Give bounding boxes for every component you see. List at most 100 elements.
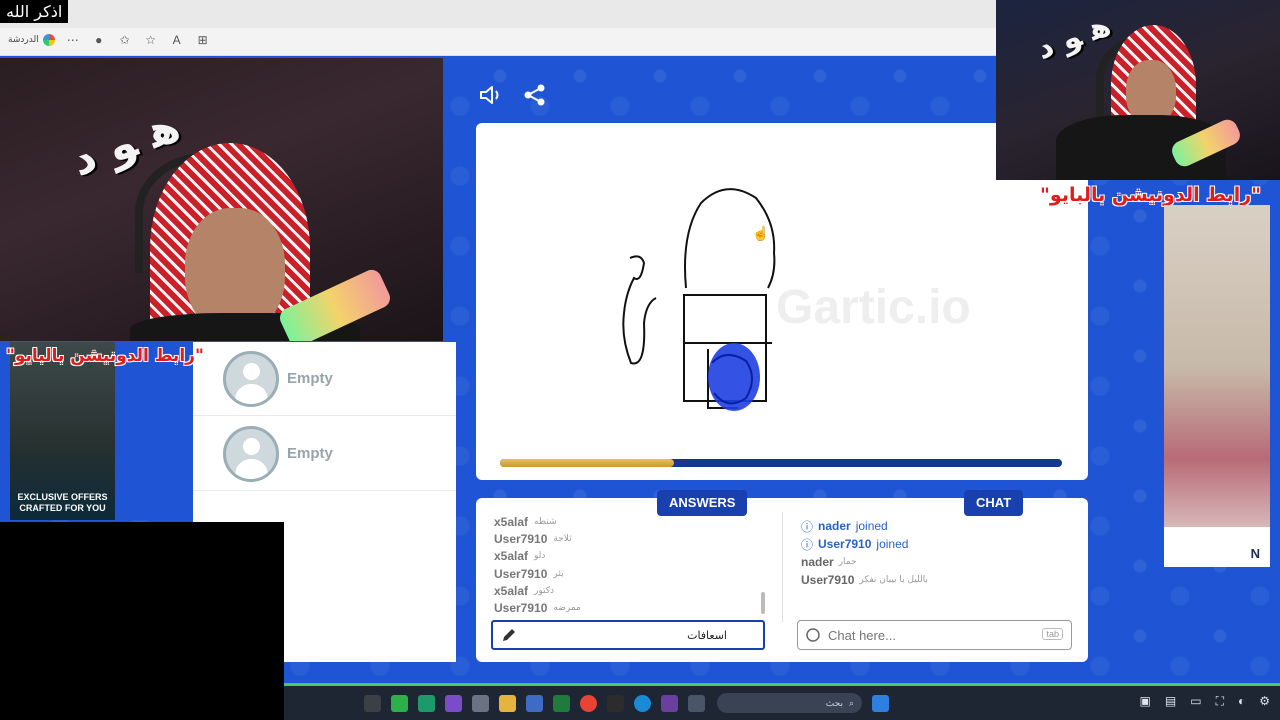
taskbar-search[interactable]: بحث ⌕ (717, 693, 862, 713)
chat-message: حمار (838, 557, 857, 567)
excel-icon[interactable] (553, 694, 570, 712)
chat-join-text: joined (855, 519, 888, 533)
read-aloud-icon[interactable]: A (169, 33, 185, 47)
black-overlay (0, 522, 284, 720)
settings-icon[interactable]: ⚙ (1259, 694, 1270, 709)
tab-key-hint: tab (1042, 628, 1063, 640)
webcam-left: ﻫ ﻮ ﺩ (0, 58, 443, 341)
answer-user: x5alaf (494, 549, 529, 564)
screen: الدردشة ⋯ ● ✩ ☆ A ⊞ Gartic.io ☝ Empty Em… (0, 0, 1280, 720)
taskbar-apps (364, 694, 705, 712)
tray-icon[interactable]: ▤ (1165, 694, 1176, 709)
answer-word: دلو (534, 551, 546, 562)
chat-list: ⓘ nader joined ⓘ User7910 joined nader ح… (801, 517, 1081, 589)
app-icon[interactable] (418, 694, 435, 712)
avatar-icon (223, 350, 279, 407)
answer-field[interactable] (491, 620, 765, 650)
edge-icon[interactable] (634, 694, 651, 712)
list-item: User7910 ثلاجة (494, 530, 764, 547)
chat-input[interactable] (828, 627, 1028, 643)
chat-message: بالليل يا بيبان نفكر (859, 575, 929, 585)
answer-user: x5alaf (494, 583, 529, 598)
app-icon[interactable] (391, 694, 408, 712)
pencil-icon (503, 629, 515, 641)
donation-text-top: "رابط الدونيشن بالبايو" (1040, 184, 1262, 206)
tray-icon[interactable]: ▣ (1140, 694, 1151, 709)
round-progress-fill (500, 459, 675, 467)
ad-banner-left[interactable]: EXCLUSIVE OFFERS CRAFTED FOR YOU (10, 342, 115, 520)
list-item: nader حمار (801, 553, 1081, 571)
app-icon[interactable] (364, 694, 381, 712)
player-slot[interactable]: Empty (193, 417, 456, 491)
dhikr-text: اذكر الله (0, 0, 69, 23)
app-icon[interactable] (661, 694, 678, 712)
profile-icon[interactable]: ● (91, 33, 107, 47)
list-item: x5alaf دكتور (494, 582, 764, 599)
bookmark-chip[interactable]: الدردشة (8, 34, 55, 46)
list-item: User7910 بالليل يا بيبان نفكر (801, 571, 1081, 589)
avatar-icon (223, 425, 279, 482)
list-item: ⓘ nader joined (801, 517, 1081, 535)
collections-icon[interactable]: ⊞ (195, 33, 211, 47)
answer-word: ثلاجة (553, 533, 572, 544)
sound-icon[interactable] (478, 82, 504, 108)
answer-word: شنطه (534, 516, 557, 527)
folder-icon[interactable] (499, 694, 516, 712)
round-progress (500, 459, 1062, 467)
list-item: ⓘ User7910 joined (801, 535, 1081, 553)
chat-user: nader (801, 555, 834, 569)
answer-user: User7910 (494, 566, 548, 581)
list-item: x5alaf دلو (494, 548, 764, 565)
favorites-icon[interactable]: ✩ (117, 33, 133, 47)
more-icon[interactable]: ⋯ (65, 33, 81, 47)
chrome-icon[interactable] (580, 694, 597, 712)
chat-bubble-icon (806, 628, 820, 642)
pointer-icon: ☝ (752, 225, 770, 241)
ad-text: EXCLUSIVE OFFERS CRAFTED FOR YOU (17, 492, 108, 513)
taskbar: بحث ⌕ ▣ ▤ ▭ ⛶ ◐ ⚙ (284, 686, 1280, 720)
system-tray: ▣ ▤ ▭ ⛶ ◐ ⚙ (1140, 694, 1270, 709)
app-icon[interactable] (688, 694, 705, 712)
answers-scrollbar[interactable] (761, 592, 765, 614)
tray-icon[interactable]: ▭ (1190, 694, 1201, 709)
info-icon: ⓘ (801, 537, 814, 552)
windows-start-icon[interactable] (872, 694, 889, 712)
app-icon[interactable] (526, 694, 543, 712)
ad-banner-right[interactable]: N (1164, 205, 1270, 567)
answer-user: x5alaf (494, 514, 529, 529)
search-icon: ⌕ (848, 697, 854, 708)
answers-list: x5alaf شنطه User7910 ثلاجة x5alaf دلو User7… (494, 513, 764, 617)
answer-word: دكتور (534, 585, 555, 596)
chat-user: nader (818, 519, 851, 533)
answer-word: ممرضه (553, 603, 581, 614)
star-icon[interactable]: ☆ (143, 33, 159, 47)
canvas-watermark: Gartic.io (776, 281, 971, 334)
search-label: بحث (825, 697, 843, 708)
player-name: Empty (287, 370, 333, 387)
player-slot[interactable]: Empty (193, 342, 456, 416)
chat-tab[interactable]: CHAT (964, 490, 1024, 516)
chat-user: User7910 (801, 573, 855, 587)
answer-user: User7910 (494, 531, 548, 546)
list-item: User7910 بئر (494, 565, 764, 582)
answer-word: بئر (553, 568, 564, 579)
weather-icon[interactable]: ◐ (1238, 694, 1245, 709)
chat-user: User7910 (818, 537, 872, 551)
chat-join-text: joined (876, 537, 909, 551)
game-top-icons (478, 82, 548, 108)
ad-logo: N (1250, 546, 1260, 561)
panel-divider (782, 512, 783, 622)
share-icon[interactable] (522, 82, 548, 108)
donation-text-left: "رابط الدونيشن بالبايو" (6, 346, 204, 366)
copilot-icon (42, 34, 55, 46)
epic-games-icon[interactable] (607, 694, 624, 712)
app-icon[interactable] (472, 694, 489, 712)
app-icon[interactable] (445, 694, 462, 712)
player-name: Empty (287, 445, 333, 462)
fullscreen-icon[interactable]: ⛶ (1216, 694, 1224, 709)
answer-input[interactable] (527, 628, 727, 642)
ad-gap (115, 342, 193, 520)
list-item: User7910 ممرضه (494, 599, 764, 616)
chat-field[interactable]: tab (797, 620, 1072, 650)
info-icon: ⓘ (801, 519, 814, 534)
